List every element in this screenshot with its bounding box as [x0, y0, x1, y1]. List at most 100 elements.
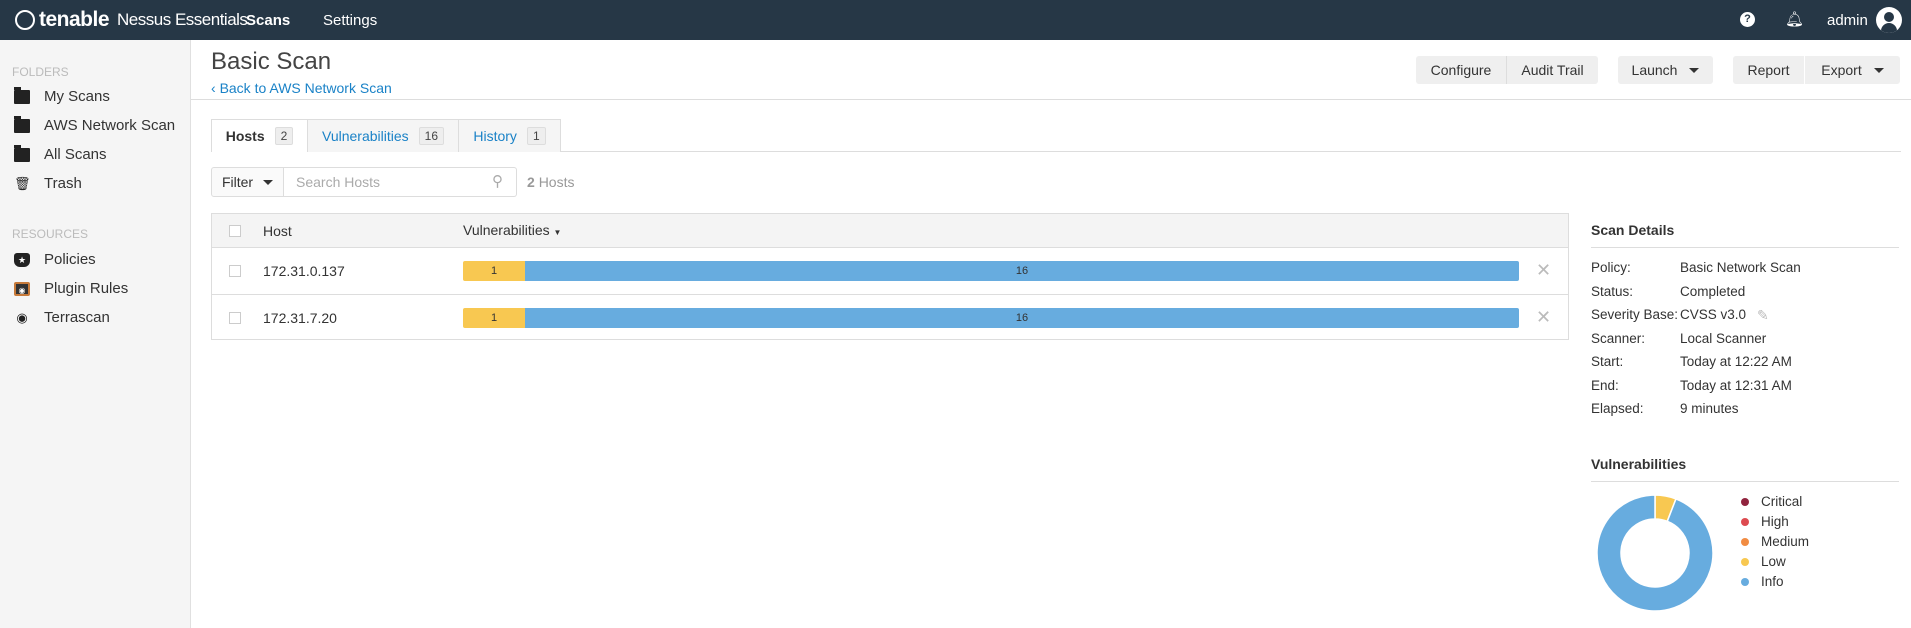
- bar-info[interactable]: 16: [525, 261, 1519, 281]
- legend-item-info[interactable]: Info: [1741, 574, 1784, 589]
- report-button[interactable]: Report: [1733, 56, 1804, 84]
- sidebar-item-trash[interactable]: 🗑︎ Trash: [14, 175, 82, 192]
- legend-dot: [1741, 557, 1749, 566]
- trash-icon: 🗑︎: [14, 175, 31, 191]
- hosts-table: Host Vulnerabilities ▼ 172.31.0.137 1 16 …: [211, 213, 1569, 340]
- legend-dot: [1741, 497, 1749, 506]
- scan-details-title: Scan Details: [1591, 222, 1675, 238]
- legend-label: Low: [1761, 554, 1786, 569]
- hosts-count-label: Hosts: [538, 174, 575, 190]
- legend-dot: [1741, 577, 1749, 586]
- bar-info-label: 16: [1015, 312, 1029, 324]
- tab-history[interactable]: History 1: [458, 119, 561, 152]
- detail-label: Elapsed:: [1591, 401, 1644, 416]
- launch-button[interactable]: Launch: [1618, 56, 1713, 84]
- bar-low[interactable]: 1: [463, 308, 526, 328]
- legend-item-high[interactable]: High: [1741, 514, 1789, 529]
- column-host[interactable]: Host: [263, 223, 292, 239]
- search-hosts-input[interactable]: [284, 167, 517, 197]
- sidebar-item-my-scans[interactable]: My Scans: [14, 86, 110, 105]
- bar-low[interactable]: 1: [463, 261, 526, 281]
- column-vulnerabilities[interactable]: Vulnerabilities ▼: [463, 222, 561, 238]
- sidebar-item-aws-network-scan[interactable]: AWS Network Scan: [14, 115, 175, 134]
- legend-item-low[interactable]: Low: [1741, 554, 1786, 569]
- detail-value: Today at 12:31 AM: [1680, 377, 1792, 393]
- table-row[interactable]: 172.31.7.20 1 16 ✕: [212, 295, 1568, 342]
- avatar-icon[interactable]: [1876, 7, 1902, 33]
- table-row[interactable]: 172.31.0.137 1 16 ✕: [212, 248, 1568, 295]
- detail-label: Severity Base:: [1591, 307, 1679, 322]
- tab-label: History: [473, 128, 517, 144]
- detail-label: End:: [1591, 377, 1619, 393]
- bell-icon[interactable]: 🔔︎: [1785, 10, 1804, 28]
- tab-vulnerabilities[interactable]: Vulnerabilities 16: [307, 119, 459, 152]
- help-icon[interactable]: ?: [1740, 12, 1755, 27]
- legend-dot: [1741, 517, 1749, 526]
- filter-button[interactable]: Filter: [211, 167, 284, 197]
- host-ip[interactable]: 172.31.7.20: [263, 310, 337, 326]
- hosts-count-number: 2: [527, 174, 535, 190]
- configure-button[interactable]: Configure: [1416, 56, 1507, 84]
- divider: [1591, 247, 1899, 248]
- nav-settings[interactable]: Settings: [323, 12, 377, 29]
- sidebar-item-label: Trash: [44, 175, 82, 192]
- product-name: Nessus Essentials: [117, 10, 248, 29]
- edit-pencil-icon[interactable]: ✎: [1757, 307, 1769, 324]
- sidebar-item-all-scans[interactable]: All Scans: [14, 144, 107, 163]
- donut-slice-info[interactable]: [1596, 494, 1714, 612]
- bar-info[interactable]: 16: [525, 308, 1519, 328]
- vuln-bar[interactable]: 1 16: [463, 308, 1519, 328]
- legend-item-medium[interactable]: Medium: [1741, 534, 1809, 549]
- back-link[interactable]: ‹ Back to AWS Network Scan: [211, 80, 392, 96]
- detail-value: CVSS v3.0: [1680, 307, 1747, 322]
- column-label: Vulnerabilities: [463, 222, 550, 238]
- header-divider: [191, 99, 1911, 100]
- detail-label: Status:: [1591, 283, 1634, 299]
- legend-label: High: [1761, 514, 1789, 529]
- row-checkbox[interactable]: [229, 265, 241, 277]
- sidebar-item-policies[interactable]: ★ Policies: [14, 251, 96, 268]
- select-all-checkbox[interactable]: [229, 225, 241, 237]
- count-badge: 16: [418, 127, 444, 145]
- sidebar: FOLDERS My Scans AWS Network Scan All Sc…: [0, 40, 191, 628]
- export-label: Export: [1821, 62, 1862, 78]
- caret-down-icon: [1873, 67, 1884, 73]
- tab-label: Vulnerabilities: [322, 128, 409, 144]
- bar-low-label: 1: [490, 312, 498, 324]
- detail-value: Today at 12:22 AM: [1680, 354, 1792, 369]
- sidebar-item-plugin-rules[interactable]: ◉ Plugin Rules: [14, 280, 128, 297]
- export-button[interactable]: Export: [1805, 56, 1900, 84]
- host-ip[interactable]: 172.31.0.137: [263, 263, 345, 279]
- detail-value: Basic Network Scan: [1680, 260, 1801, 275]
- detail-value: 9 minutes: [1680, 401, 1739, 416]
- count-badge: 2: [274, 127, 294, 145]
- folder-icon: [14, 115, 30, 133]
- brand-name: tenable: [39, 8, 110, 31]
- tenable-logo[interactable]: tenable Nessus Essentials: [15, 8, 248, 32]
- folders-label: FOLDERS: [12, 65, 69, 79]
- legend-dot: [1741, 537, 1749, 546]
- vuln-bar[interactable]: 1 16: [463, 261, 1519, 281]
- caret-down-icon: [1689, 67, 1700, 73]
- tab-label: Hosts: [225, 128, 265, 144]
- table-header: Host Vulnerabilities ▼: [212, 214, 1568, 248]
- tab-hosts[interactable]: Hosts 2: [211, 119, 308, 152]
- filter-label: Filter: [221, 174, 254, 190]
- user-name[interactable]: admin: [1827, 12, 1868, 29]
- detail-label: Scanner:: [1591, 330, 1646, 346]
- count-badge: 1: [526, 127, 546, 145]
- vulnerabilities-title: Vulnerabilities: [1591, 456, 1687, 472]
- page-title: Basic Scan: [211, 48, 332, 75]
- folder-icon: [14, 86, 30, 104]
- row-checkbox[interactable]: [229, 312, 241, 324]
- sidebar-item-label: Policies: [44, 251, 96, 268]
- shield-icon: ★: [14, 252, 30, 267]
- remove-host-icon[interactable]: ✕: [1536, 307, 1551, 328]
- plugin-icon: ◉: [14, 281, 30, 296]
- legend-item-critical[interactable]: Critical: [1741, 494, 1802, 509]
- audit-trail-button[interactable]: Audit Trail: [1507, 56, 1598, 84]
- sidebar-item-label: Terrascan: [44, 309, 110, 326]
- remove-host-icon[interactable]: ✕: [1536, 260, 1551, 281]
- sidebar-item-terrascan[interactable]: ◉ Terrascan: [14, 309, 110, 326]
- nav-scans[interactable]: Scans: [246, 12, 290, 29]
